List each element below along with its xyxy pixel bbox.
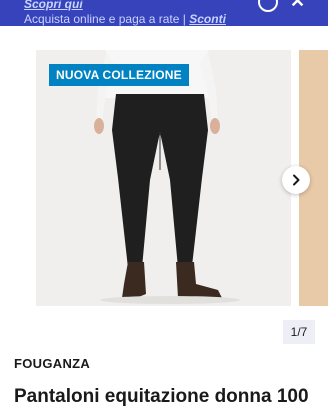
promo-banner: Scopri qui Acquista online e paga a rate… bbox=[0, 0, 328, 26]
promo-link[interactable]: Scopri qui bbox=[24, 0, 83, 11]
product-gallery[interactable]: NUOVA COLLEZIONE bbox=[0, 26, 328, 316]
product-image[interactable]: NUOVA COLLEZIONE bbox=[36, 50, 291, 306]
promo-text-emphasis[interactable]: Sconti bbox=[189, 12, 226, 26]
close-icon[interactable]: ✕ bbox=[290, 0, 305, 12]
product-photo bbox=[94, 50, 240, 304]
info-icon[interactable] bbox=[258, 0, 278, 12]
chevron-right-icon bbox=[293, 174, 300, 186]
new-collection-badge: NUOVA COLLEZIONE bbox=[49, 64, 189, 86]
brand-name[interactable]: FOUGANZA bbox=[14, 356, 90, 371]
next-image-button[interactable] bbox=[282, 166, 310, 194]
image-pager: 1/7 bbox=[283, 320, 315, 344]
product-title: Pantaloni equitazione donna 100 bbox=[14, 386, 309, 407]
promo-text: Acquista online e paga a rate | Sconti bbox=[24, 12, 226, 26]
promo-text-main: Acquista online e paga a rate | bbox=[24, 12, 186, 26]
